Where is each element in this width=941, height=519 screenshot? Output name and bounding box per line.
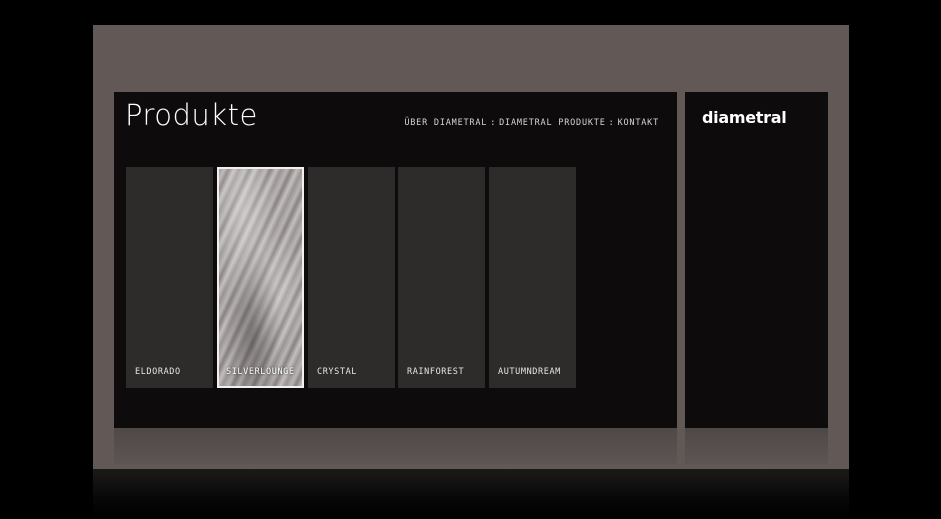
side-panel-reflection bbox=[685, 428, 828, 464]
product-tile-label: RAINFOREST bbox=[407, 367, 465, 377]
nav-link-diametral-produkte[interactable]: DIAMETRAL PRODUKTE bbox=[499, 118, 606, 128]
main-panel-reflection bbox=[114, 428, 677, 464]
nav-separator: : bbox=[490, 118, 497, 128]
top-nav: ÜBER DIAMETRAL: DIAMETRAL PRODUKTE: KONTAK… bbox=[404, 118, 659, 128]
page-title: Produkte bbox=[125, 98, 258, 132]
product-tile-autumndream[interactable]: AUTUMNDREAM bbox=[489, 167, 576, 388]
product-tile-label: AUTUMNDREAM bbox=[498, 367, 561, 377]
product-tile-silverlounge[interactable]: SILVERLOUNGE bbox=[217, 167, 304, 388]
diametral-logo[interactable]: diametral bbox=[702, 108, 787, 127]
product-tile-label: CRYSTAL bbox=[317, 367, 358, 377]
product-tile-rainforest[interactable]: RAINFOREST bbox=[398, 167, 485, 388]
product-tiles: ELDORADO SILVERLOUNGE CRYSTAL RAINFOREST… bbox=[126, 167, 586, 388]
nav-link-kontakt[interactable]: KONTAKT bbox=[618, 118, 659, 128]
product-tile-label: SILVERLOUNGE bbox=[226, 367, 295, 377]
product-tile-eldorado[interactable]: ELDORADO bbox=[126, 167, 213, 388]
nav-link-ueber-diametral[interactable]: ÜBER DIAMETRAL bbox=[404, 118, 487, 128]
main-panel: Produkte ÜBER DIAMETRAL: DIAMETRAL PRODUK… bbox=[114, 92, 677, 428]
product-tile-crystal[interactable]: CRYSTAL bbox=[308, 167, 395, 388]
frame-reflection bbox=[93, 469, 849, 519]
nav-separator: : bbox=[608, 118, 615, 128]
side-panel: diametral bbox=[685, 92, 828, 428]
product-tile-label: ELDORADO bbox=[135, 367, 181, 377]
